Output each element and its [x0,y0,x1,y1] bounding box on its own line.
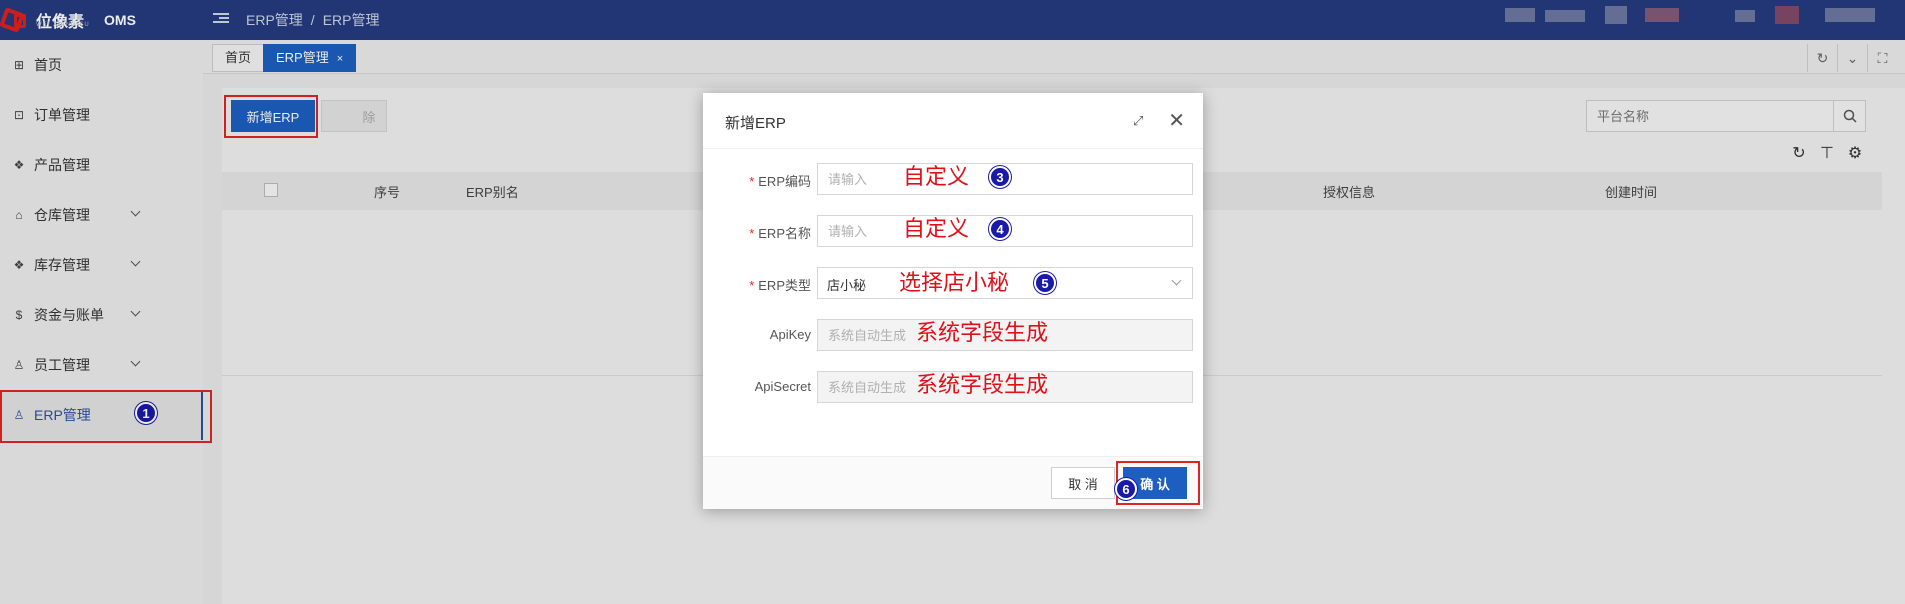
field-label: ApiSecret [754,379,811,394]
annotation-text: 选择店小秘 [899,271,1010,296]
form-row-erp-code: *ERP编码 自定义 3 [703,163,1203,195]
modal-title: 新增ERP [725,115,786,132]
step-badge-3: 3 [989,166,1011,188]
field-label: ApiKey [769,327,811,342]
form-row-apikey: ApiKey 系统字段生成 [703,319,1203,351]
form-row-erp-name: *ERP名称 自定义 4 [703,215,1203,247]
form-row-apisecret: ApiSecret 系统字段生成 [703,371,1203,403]
field-label: * ERP编码 [749,174,811,189]
annotation-text: 系统字段生成 [916,373,1049,398]
form-row-erp-type: * ERP类型 店小秘 选择店小秘 5 [703,267,1203,299]
cancel-button[interactable]: 取 消 [1051,467,1115,499]
modal-header: 新增ERP ⤢ ✕ [703,93,1203,149]
step-badge-5: 5 [1034,272,1056,294]
close-icon[interactable]: ✕ [1168,108,1185,133]
step-badge-6: 6 [1115,478,1137,500]
annotation-text: 系统字段生成 [916,321,1049,346]
step-badge-4: 4 [989,218,1011,240]
annotation-text: 自定义 [903,217,970,242]
field-label: * ERP类型 [749,278,811,293]
add-erp-modal: 新增ERP ⤢ ✕ *ERP编码 自定义 3 *ERP名称 自定义 4 *ERP… [703,93,1203,509]
maximize-icon[interactable]: ⤢ [1133,113,1147,128]
erp-type-value: 店小秘 [827,278,867,293]
modal-footer: 取 消 确 认 6 [703,456,1203,509]
annotation-text: 自定义 [903,165,970,190]
field-label: * ERP名称 [749,226,811,241]
